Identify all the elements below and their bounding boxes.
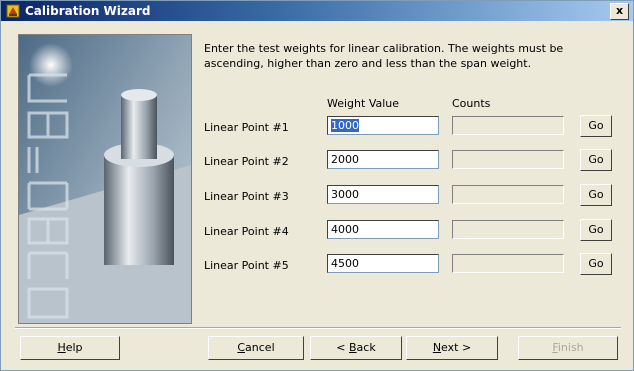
side-image-graphic xyxy=(19,35,191,323)
cancel-label: ancel xyxy=(245,341,275,354)
linear-point-1-counts-field xyxy=(452,116,564,135)
linear-point-2-weight-value: 2000 xyxy=(331,153,359,166)
calibration-wizard-window: Calibration Wizard x Enter the test weig… xyxy=(0,0,634,371)
back-button[interactable]: < Back xyxy=(310,336,402,360)
linear-point-5-weight-value: 4500 xyxy=(331,257,359,270)
linear-point-4-counts-field xyxy=(452,220,564,239)
back-label: ack xyxy=(356,341,376,354)
linear-point-1-label: Linear Point #1 xyxy=(204,121,289,134)
back-prefix: < xyxy=(336,341,349,354)
close-button[interactable]: x xyxy=(610,3,629,20)
button-separator xyxy=(15,327,621,329)
linear-point-3-label: Linear Point #3 xyxy=(204,190,289,203)
calibration-wizard-image xyxy=(18,34,192,324)
linear-point-2-weight-input[interactable]: 2000 xyxy=(327,150,439,169)
linear-point-2-go-button[interactable]: Go xyxy=(580,149,612,171)
finish-label: inish xyxy=(557,341,584,354)
close-icon: x xyxy=(615,4,624,17)
help-accelerator: H xyxy=(57,341,66,354)
linear-point-1-go-button[interactable]: Go xyxy=(580,115,612,137)
next-button[interactable]: Next > xyxy=(406,336,498,360)
title-bar[interactable]: Calibration Wizard x xyxy=(1,1,633,21)
linear-point-2-label: Linear Point #2 xyxy=(204,155,289,168)
cancel-accelerator: C xyxy=(237,341,246,354)
linear-point-5-weight-input[interactable]: 4500 xyxy=(327,254,439,273)
linear-point-4-go-button[interactable]: Go xyxy=(580,219,612,241)
linear-point-3-weight-input[interactable]: 3000 xyxy=(327,185,439,204)
linear-point-4-weight-value: 4000 xyxy=(331,223,359,236)
instructions-text: Enter the test weights for linear calibr… xyxy=(204,42,564,70)
wizard-app-icon xyxy=(6,4,20,18)
linear-point-5-label: Linear Point #5 xyxy=(204,259,289,272)
linear-point-1-weight-value: 1000 xyxy=(331,119,359,132)
next-label: ext > xyxy=(441,341,472,354)
back-accelerator: B xyxy=(349,341,357,354)
linear-point-4-weight-input[interactable]: 4000 xyxy=(327,220,439,239)
linear-point-3-go-button[interactable]: Go xyxy=(580,184,612,206)
counts-header: Counts xyxy=(452,97,491,110)
weight-value-header: Weight Value xyxy=(327,97,400,110)
cancel-button[interactable]: Cancel xyxy=(208,336,304,360)
linear-point-3-counts-field xyxy=(452,185,564,204)
help-button[interactable]: Help xyxy=(20,336,120,360)
help-label: elp xyxy=(65,341,83,354)
next-accelerator: N xyxy=(432,341,442,354)
linear-point-3-weight-value: 3000 xyxy=(331,188,359,201)
linear-point-5-counts-field xyxy=(452,254,564,273)
linear-point-5-go-button[interactable]: Go xyxy=(580,253,612,275)
linear-point-4-label: Linear Point #4 xyxy=(204,225,289,238)
window-title: Calibration Wizard xyxy=(25,4,151,18)
linear-point-1-weight-input[interactable]: 1000 xyxy=(327,116,439,135)
linear-point-2-counts-field xyxy=(452,150,564,169)
finish-button[interactable]: Finish xyxy=(518,336,618,360)
